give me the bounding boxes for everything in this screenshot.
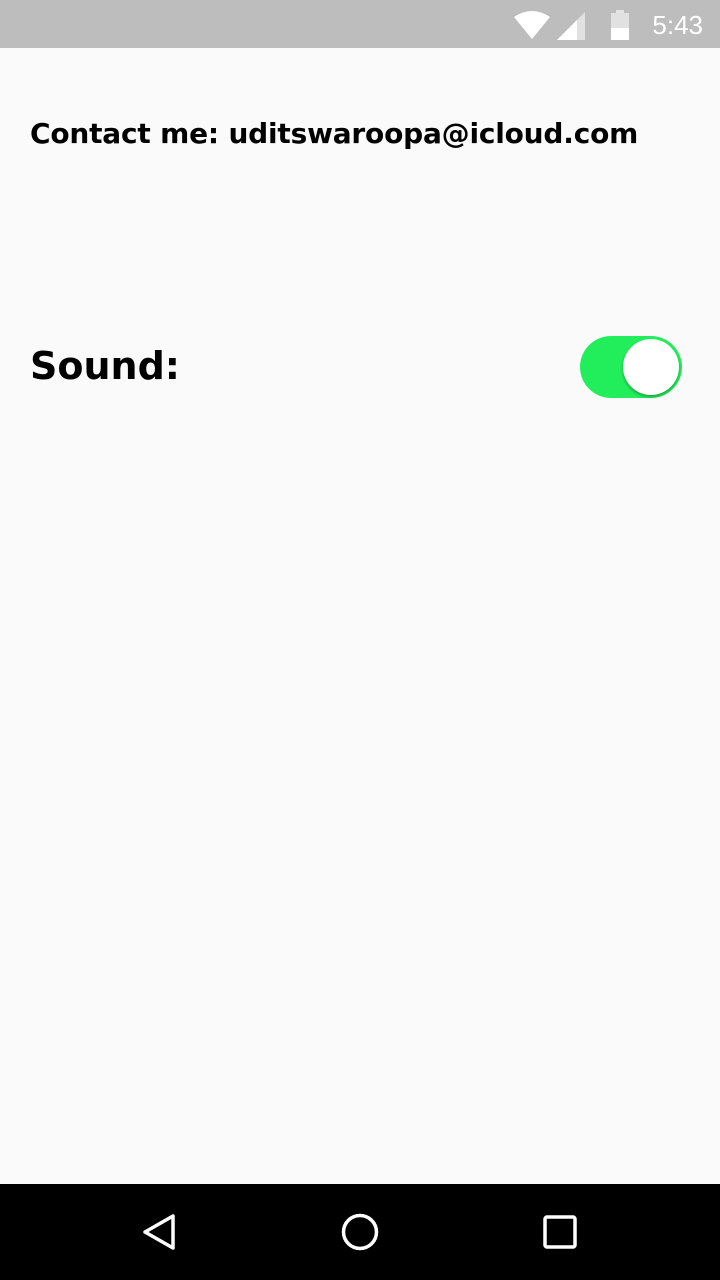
wifi-icon [514,11,550,39]
home-icon[interactable] [340,1212,380,1252]
battery-icon [611,10,629,40]
contact-text: Contact me: uditswaroopa@icloud.com [30,117,639,150]
sound-toggle[interactable] [580,336,682,398]
cell-signal-icon [557,12,585,40]
app-screen: 5:43 Contact me: uditswaroopa@icloud.com… [0,0,720,1280]
navigation-bar [0,1184,720,1280]
sound-label: Sound: [30,344,180,388]
status-time: 5:43 [652,10,703,40]
recents-icon[interactable] [540,1212,580,1252]
status-bar: 5:43 [0,0,720,48]
toggle-knob [623,339,679,395]
back-icon[interactable] [140,1212,180,1252]
